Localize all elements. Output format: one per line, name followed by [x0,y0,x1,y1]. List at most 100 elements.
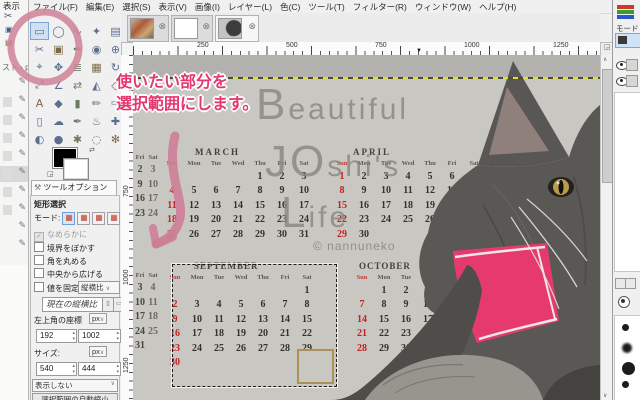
tool-flip[interactable]: ◭ [87,76,106,94]
scroll-down-icon[interactable]: ∨ [603,392,607,399]
tool-color-picker[interactable]: ◉ [87,40,106,58]
tool-pencil[interactable]: ✏ [87,94,106,112]
guides-dropdown[interactable]: 表示しない ∨ [32,379,118,392]
list-item[interactable]: ✎ [0,166,28,182]
aspect-ratio-field[interactable]: 現在の縦横比 [42,297,105,312]
menu-item-10[interactable]: ヘルプ(H) [475,0,520,13]
tool-blend[interactable]: ▮ [68,94,87,112]
size-unit-dropdown[interactable]: px∨ [89,346,108,357]
mode-add-button[interactable]: ▦ [77,212,91,225]
close-tab-icon[interactable]: ⊗ [248,22,256,32]
menu-item-6[interactable]: 色(C) [276,0,304,13]
tool-blur-sharpen[interactable]: ● [49,130,68,148]
size-label: サイズ: [34,349,60,358]
window-icon[interactable]: ▣ [5,25,13,34]
list-item[interactable]: ✎ [0,112,28,128]
horizontal-ruler[interactable]: ▼ 250 500 750 1000 1250 [133,42,600,56]
list-item[interactable]: ✎ [0,76,28,92]
rounded-checkbox[interactable] [34,255,44,265]
feather-checkbox[interactable] [34,242,44,252]
tool-align[interactable]: ≣ [68,58,87,76]
scissors-icon[interactable]: ✂ [4,11,12,22]
tool-clone[interactable]: ♨ [87,112,106,130]
radio-icon[interactable] [618,296,630,308]
fixed-dropdown[interactable]: 縦横比 ∨ [78,281,120,294]
pen-icon: ✎ [18,185,26,195]
tool-text[interactable]: A [30,94,49,112]
expand-center-row: 中央から広げる [34,268,103,280]
list-item[interactable]: ✎ [0,130,28,146]
list-item[interactable]: ✎ [0,238,28,254]
list-item[interactable]: ✎ [0,94,28,110]
list-item[interactable]: ✎ [0,202,28,218]
size-width-spinner[interactable]: 540 ▴ ▾ [36,362,77,376]
tool-bucket-fill[interactable]: ◆ [49,94,68,112]
auto-shrink-button[interactable]: 選択範囲の自動縮小 [32,393,118,400]
menu-item-0[interactable]: ファイル(F) [29,0,82,13]
dock-button[interactable] [625,278,636,289]
menu-item-2[interactable]: 選択(S) [118,0,154,13]
background-window-strip: 表示 ✂ ▣ ▤ スト › pi ✎✎✎✎✎✎✎✎✎✎ [0,0,29,400]
tool-shear[interactable]: ∠ [49,76,68,94]
tool-eraser[interactable]: ▯ [30,112,49,130]
brush-item[interactable] [622,343,632,353]
antialias-checkbox[interactable]: ✓ [34,232,44,242]
image-tab-3-active[interactable]: ⊗ [215,15,259,42]
tool-scissors-select[interactable]: ✂ [30,40,49,58]
menu-item-4[interactable]: 画像(I) [191,0,224,13]
tool-smudge[interactable]: ✱ [68,130,87,148]
swap-colors-icon[interactable]: ⇄ [89,146,95,154]
background-color-swatch[interactable] [64,159,88,179]
tool-crop[interactable]: ▦ [87,58,106,76]
fixed-checkbox[interactable] [34,282,44,292]
image-tab-2[interactable]: ⊗ [171,15,213,42]
brush-item[interactable] [622,381,629,388]
tool-fuzzy-select[interactable]: ✦ [87,22,106,40]
tool-perspective-clone[interactable]: ◐ [30,130,49,148]
tool-rectangle-select[interactable]: ▭ [30,22,49,40]
close-tab-icon[interactable]: ⊗ [158,22,166,32]
tool-paths[interactable]: ✒ [68,40,87,58]
list-item[interactable]: ✎ [0,220,28,236]
brush-item[interactable] [622,362,635,375]
image-tab-1[interactable]: ⊗ [127,15,169,42]
list-item[interactable]: ✎ [0,184,28,200]
menu-item-5[interactable]: レイヤー(L) [224,0,276,13]
scroll-up-icon[interactable]: ∧ [603,56,607,63]
tool-perspective[interactable]: ⇄ [68,76,87,94]
position-y-spinner[interactable]: 1002 ▴ ▾ [78,329,121,343]
menu-item-7[interactable]: ツール(T) [304,0,348,13]
size-height-spinner[interactable]: 444 ▴ ▾ [78,362,121,376]
menu-item-8[interactable]: フィルター(R) [349,0,411,13]
pen-icon: ✎ [18,131,26,141]
expand-center-checkbox[interactable] [34,268,44,278]
tool-ink[interactable]: ✒ [68,112,87,130]
menu-item-3[interactable]: 表示(V) [155,0,191,13]
position-unit-dropdown[interactable]: px∨ [89,313,108,324]
layer-row[interactable] [615,58,639,71]
folder-icon[interactable]: ▤ [5,38,13,47]
mode-subtract-button[interactable]: ▦ [92,212,106,225]
mode-intersect-button[interactable]: ▦ [107,212,121,225]
selection-rectangle[interactable] [172,264,337,387]
tool-measure[interactable]: ⌖ [30,58,49,76]
reset-colors-icon[interactable]: ◲ [47,170,54,178]
layer-thumbnail [626,59,638,71]
image-thumbnail-1 [130,18,154,39]
close-tab-icon[interactable]: ⊗ [202,22,210,32]
brush-item[interactable] [622,324,629,331]
selection-corner-handle[interactable] [297,349,334,384]
list-item[interactable]: ✎ [0,148,28,164]
menu-item-9[interactable]: ウィンドウ(W) [411,0,475,13]
layer-row[interactable] [615,74,639,87]
tool-airbrush[interactable]: ☁ [49,112,68,130]
selected-list-row[interactable] [615,33,640,48]
menu-item-1[interactable]: 編集(E) [82,0,118,13]
tool-ellipse-select[interactable]: ◯ [49,22,68,40]
tool-move[interactable]: ✥ [49,58,68,76]
position-x-spinner[interactable]: 192 ▴ ▾ [36,329,77,343]
mode-replace-button[interactable]: ▦ [62,212,76,225]
tool-foreground-select[interactable]: ▣ [49,40,68,58]
tool-scale[interactable]: ⤢ [30,76,49,94]
tool-free-select[interactable]: ∿ [68,22,87,40]
